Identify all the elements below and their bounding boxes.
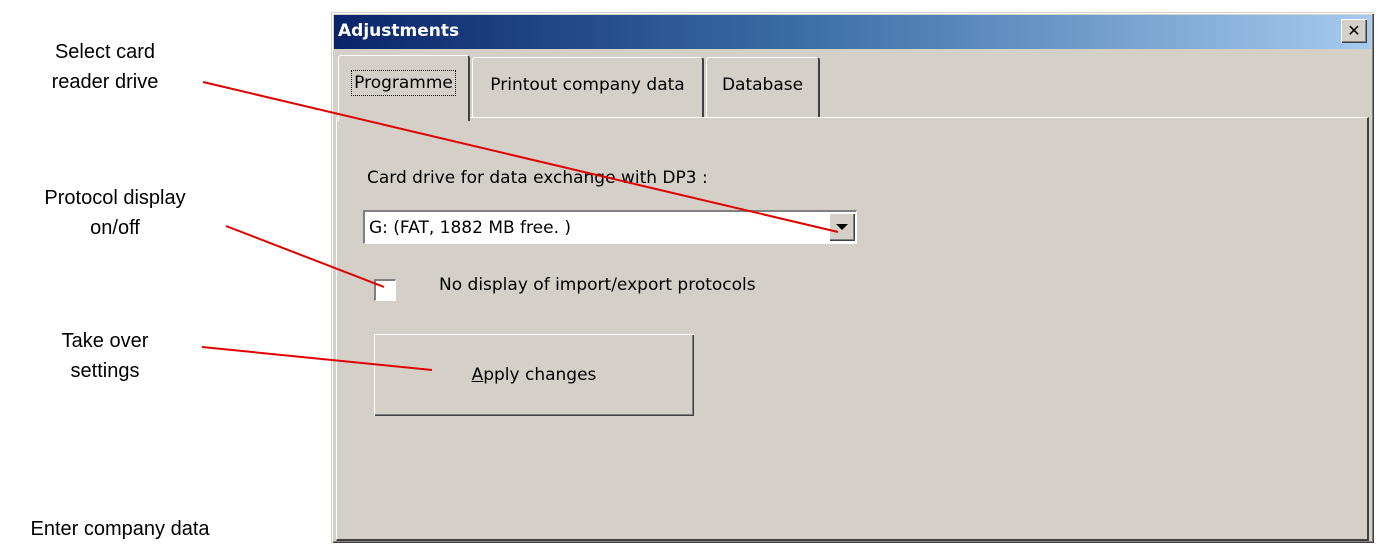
- tab-printout-company-data-label: Printout company data: [490, 75, 685, 95]
- tab-database[interactable]: Database: [706, 57, 820, 117]
- tab-programme[interactable]: Programme: [338, 55, 470, 121]
- no-protocol-checkbox[interactable]: [374, 279, 396, 301]
- programme-tab-panel: Card drive for data exchange with DP3 : …: [336, 117, 1369, 541]
- annotation-protocol-display: Protocol display on/off: [44, 187, 186, 239]
- card-drive-label: Card drive for data exchange with DP3 :: [367, 168, 708, 188]
- dialog-title: Adjustments: [338, 21, 460, 41]
- close-button[interactable]: ✕: [1341, 19, 1367, 43]
- no-protocol-label: No display of import/export protocols: [439, 275, 756, 295]
- apply-mnemonic: A: [471, 365, 484, 385]
- tab-database-label: Database: [721, 75, 804, 95]
- annotation-select-card-reader: Select card reader drive: [51, 41, 159, 93]
- chevron-down-icon: [836, 224, 848, 230]
- annotation-enter-company-data: Enter company data: [30, 518, 210, 540]
- adjustments-dialog: Adjustments ✕ Programme Printout company…: [331, 12, 1374, 543]
- title-bar: Adjustments ✕: [334, 15, 1371, 49]
- apply-changes-button[interactable]: Apply changes: [374, 334, 694, 416]
- close-icon: ✕: [1347, 21, 1361, 40]
- dropdown-button[interactable]: [829, 213, 855, 241]
- annotation-take-over-settings: Take over settings: [61, 330, 149, 382]
- card-drive-select[interactable]: G: (FAT, 1882 MB free. ): [363, 210, 857, 244]
- tab-printout-company-data[interactable]: Printout company data: [472, 57, 704, 117]
- card-drive-value: G: (FAT, 1882 MB free. ): [369, 218, 572, 238]
- apply-label-rest: pply changes: [483, 365, 597, 385]
- tab-programme-label: Programme: [351, 70, 456, 96]
